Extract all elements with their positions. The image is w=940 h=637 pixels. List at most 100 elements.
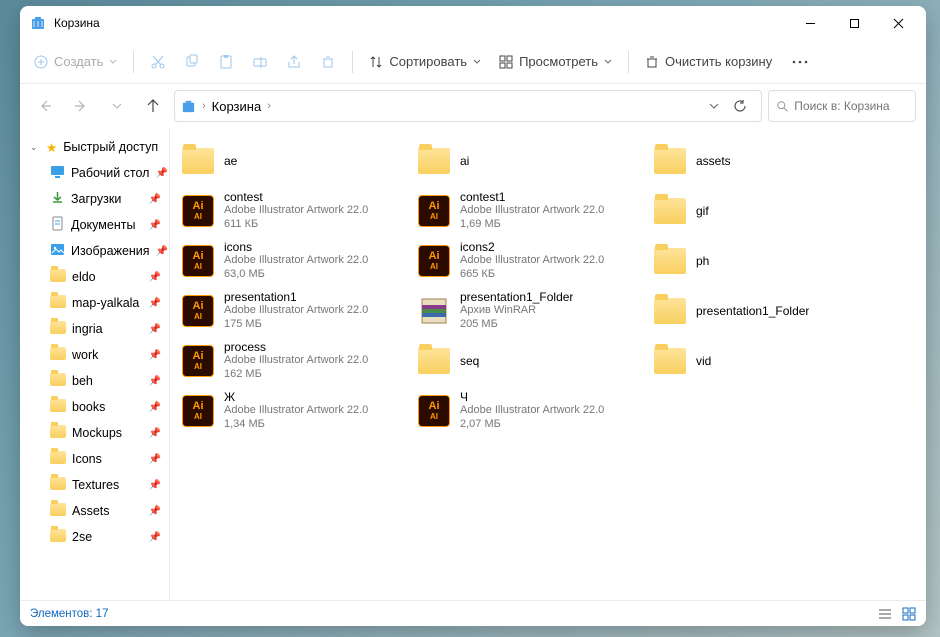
file-size-label: 665 КБ — [460, 268, 604, 282]
tiles-view-icon[interactable] — [902, 607, 916, 621]
folder-icon — [50, 425, 66, 441]
file-name-label: assets — [696, 154, 731, 168]
sidebar-item[interactable]: eldo📌 — [20, 264, 169, 290]
sidebar-item[interactable]: work📌 — [20, 342, 169, 368]
file-item[interactable]: AiAIicons2Adobe Illustrator Artwork 22.0… — [414, 238, 640, 284]
sort-icon — [369, 55, 383, 69]
file-item[interactable]: vid — [650, 338, 876, 384]
refresh-button[interactable] — [725, 91, 755, 121]
breadcrumb-root[interactable]: Корзина — [212, 99, 262, 114]
delete-button[interactable] — [312, 45, 344, 79]
separator — [133, 51, 134, 73]
file-name-label: process — [224, 340, 368, 354]
nav-row: › Корзина › — [20, 84, 926, 128]
file-item[interactable]: AiAIcontest1Adobe Illustrator Artwork 22… — [414, 188, 640, 234]
doc-icon — [50, 216, 65, 234]
file-item[interactable]: ai — [414, 138, 640, 184]
file-size-label: 2,07 МБ — [460, 418, 604, 432]
file-item[interactable]: AiAIЧAdobe Illustrator Artwork 22.02,07 … — [414, 388, 640, 434]
file-item[interactable]: AiAIpresentation1Adobe Illustrator Artwo… — [178, 288, 404, 334]
paste-button[interactable] — [210, 45, 242, 79]
folder-icon — [50, 399, 66, 415]
file-name-label: seq — [460, 354, 479, 368]
ai-file-icon: AiAI — [182, 295, 214, 327]
arrow-right-icon — [73, 98, 89, 114]
copy-button[interactable] — [176, 45, 208, 79]
file-item[interactable]: ph — [650, 238, 876, 284]
maximize-button[interactable] — [832, 8, 876, 38]
minimize-button[interactable] — [788, 8, 832, 38]
cut-button[interactable] — [142, 45, 174, 79]
file-item[interactable]: seq — [414, 338, 640, 384]
sidebar-item-label: Icons — [72, 452, 102, 466]
sidebar-item[interactable]: map-yalkala📌 — [20, 290, 169, 316]
back-button[interactable] — [30, 91, 60, 121]
sidebar-item[interactable]: Загрузки📌 — [20, 186, 169, 212]
file-name-label: icons — [224, 240, 368, 254]
arrow-up-icon — [145, 98, 161, 114]
folder-icon — [418, 348, 450, 374]
address-bar[interactable]: › Корзина › — [174, 90, 762, 122]
file-item[interactable]: AiAIcontestAdobe Illustrator Artwork 22.… — [178, 188, 404, 234]
sort-button[interactable]: Сортировать — [361, 45, 489, 79]
up-button[interactable] — [138, 91, 168, 121]
sidebar-item[interactable]: ingria📌 — [20, 316, 169, 342]
sidebar-item[interactable]: Textures📌 — [20, 472, 169, 498]
search-input[interactable] — [794, 99, 907, 113]
more-button[interactable] — [782, 45, 818, 79]
ai-file-icon: AiAI — [182, 245, 214, 277]
file-name-label: icons2 — [460, 240, 604, 254]
file-size-label: 175 МБ — [224, 318, 368, 332]
sidebar-item[interactable]: Изображения📌 — [20, 238, 169, 264]
file-item[interactable]: AiAIprocessAdobe Illustrator Artwork 22.… — [178, 338, 404, 384]
file-item[interactable]: ae — [178, 138, 404, 184]
file-item[interactable]: presentation1_Folder — [650, 288, 876, 334]
sidebar-item[interactable]: Assets📌 — [20, 498, 169, 524]
sidebar: ⌄ ★ Быстрый доступ Рабочий стол📌Загрузки… — [20, 128, 170, 600]
create-button[interactable]: Создать — [26, 45, 125, 79]
file-type-label: Adobe Illustrator Artwork 22.0 — [224, 254, 368, 268]
trash-icon — [645, 55, 659, 69]
file-size-label: 1,34 МБ — [224, 418, 368, 432]
sidebar-quick-access[interactable]: ⌄ ★ Быстрый доступ — [20, 134, 169, 160]
folder-icon — [654, 148, 686, 174]
folder-icon — [50, 477, 66, 493]
file-type-label: Adobe Illustrator Artwork 22.0 — [460, 254, 604, 268]
empty-bin-button[interactable]: Очистить корзину — [637, 45, 780, 79]
search-box[interactable] — [768, 90, 916, 122]
close-button[interactable] — [876, 8, 920, 38]
empty-label: Очистить корзину — [665, 54, 772, 69]
file-item[interactable]: AiAIЖAdobe Illustrator Artwork 22.01,34 … — [178, 388, 404, 434]
file-item[interactable]: presentation1_FolderАрхив WinRAR205 МБ — [414, 288, 640, 334]
file-item[interactable]: gif — [650, 188, 876, 234]
view-button[interactable]: Просмотреть — [491, 45, 620, 79]
sidebar-item[interactable]: Рабочий стол📌 — [20, 160, 169, 186]
sidebar-item[interactable]: Icons📌 — [20, 446, 169, 472]
separator — [628, 51, 629, 73]
sidebar-item[interactable]: Документы📌 — [20, 212, 169, 238]
folder-icon — [50, 529, 66, 545]
ellipsis-icon — [792, 60, 808, 64]
chevron-down-icon[interactable] — [709, 101, 719, 111]
file-name-label: contest1 — [460, 190, 604, 204]
file-item[interactable]: assets — [650, 138, 876, 184]
forward-button[interactable] — [66, 91, 96, 121]
sidebar-item-label: books — [72, 400, 105, 414]
file-item[interactable]: AiAIiconsAdobe Illustrator Artwork 22.06… — [178, 238, 404, 284]
recent-button[interactable] — [102, 91, 132, 121]
sidebar-item[interactable]: books📌 — [20, 394, 169, 420]
folder-icon — [654, 248, 686, 274]
share-button[interactable] — [278, 45, 310, 79]
sidebar-item[interactable]: Mockups📌 — [20, 420, 169, 446]
sidebar-item[interactable]: beh📌 — [20, 368, 169, 394]
pin-icon: 📌 — [149, 428, 165, 439]
pin-icon: 📌 — [149, 298, 165, 309]
folder-icon — [50, 347, 66, 363]
sidebar-item[interactable]: 2se📌 — [20, 524, 169, 550]
ai-file-icon: AiAI — [418, 195, 450, 227]
folder-icon — [654, 348, 686, 374]
folder-icon — [50, 321, 66, 337]
rename-button[interactable] — [244, 45, 276, 79]
details-view-icon[interactable] — [878, 607, 892, 621]
content-pane[interactable]: aeai assets AiAIcontestAdobe Illustrator A… — [170, 128, 926, 600]
